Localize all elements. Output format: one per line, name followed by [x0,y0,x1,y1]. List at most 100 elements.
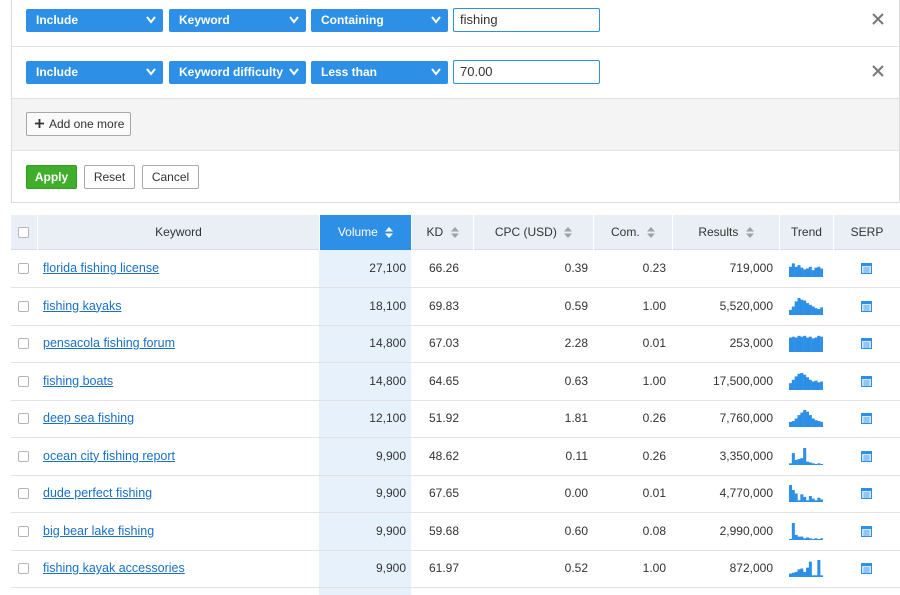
trend-bar [814,575,818,577]
column-header-kd[interactable]: KD [411,215,473,250]
select-all-checkbox[interactable] [18,227,29,238]
include-select[interactable]: Include [26,9,163,32]
row-checkbox[interactable] [18,338,29,349]
cpc-cell: 0.39 [564,261,588,275]
trend-sparkline [789,372,823,390]
sort-icon [385,227,394,239]
com-cell: 0.26 [642,448,666,463]
plus-icon [35,119,44,128]
keyword-link[interactable]: fishing kayak accessories [43,561,185,575]
serp-icon[interactable] [861,375,872,387]
results-cell: 17,500,000 [712,373,773,388]
trend-bar [814,537,818,540]
serp-icon[interactable] [861,450,872,462]
trend-sparkline [789,447,823,465]
row-checkbox[interactable] [18,525,29,537]
column-header-label: Volume [337,225,378,239]
serp-icon[interactable] [861,488,872,499]
row-checkbox[interactable] [18,450,29,462]
field-select[interactable]: Keyword difficulty [169,61,306,84]
volume-cell: 14,800 [369,373,406,388]
keyword-link[interactable]: deep sea fishing [43,411,134,425]
trend-bar [800,372,804,390]
filter-row: Include Keyword Containing fishing [12,0,899,47]
keyword-link[interactable]: big bear lake fishing [43,524,154,538]
trend-bar [808,561,812,577]
sort-icon [647,227,655,239]
com-cell: 0.23 [642,261,666,275]
trend-bar [808,266,812,277]
serp-icon[interactable] [861,563,872,574]
field-select-label: Keyword difficulty [179,65,284,79]
serp-icon[interactable] [861,413,872,424]
close-icon[interactable] [871,64,885,78]
keyword-link[interactable]: pensacola fishing forum [43,336,175,350]
row-checkbox[interactable] [18,375,29,387]
reset-button[interactable]: Reset [84,165,135,189]
keyword-link[interactable]: dude perfect fishing [43,486,152,500]
column-header-com[interactable]: Com. [593,215,672,250]
keyword-link[interactable]: florida fishing license [43,261,159,275]
field-select[interactable]: Keyword [169,9,306,32]
trend-bar [794,375,798,390]
column-header-volume[interactable]: Volume [319,215,411,250]
trend-bar [811,462,815,465]
kd-cell: 69.83 [429,298,460,313]
filter-value-input[interactable]: fishing [453,8,600,32]
com-cell: 1.00 [642,298,666,313]
trend-bar [800,494,804,502]
serp-icon[interactable] [861,300,872,312]
results-cell: 3,350,000 [719,448,773,463]
column-header-label: Keyword [155,225,202,239]
filter-value-input[interactable]: 70.00 [453,60,600,84]
serp-icon[interactable] [861,338,872,349]
kd-cell: 59.68 [429,523,460,538]
volume-cell: 12,100 [369,411,406,425]
include-select-label: Include [36,65,79,79]
trend-bar [811,306,815,315]
trend-sparkline [789,522,823,540]
kd-cell: 67.03 [429,336,460,350]
row-checkbox[interactable] [18,488,29,499]
results-cell: 4,770,000 [719,486,773,500]
trend-bar [806,302,810,315]
trend-bar [789,462,793,465]
table-row: fishing boats 14,800 64.65 0.63 1.00 17,500,0… [11,363,900,401]
row-checkbox[interactable] [18,300,29,312]
cancel-button[interactable]: Cancel [142,165,199,189]
trend-bar [806,567,810,577]
include-select[interactable]: Include [26,61,163,84]
keyword-link[interactable]: fishing kayaks [43,299,122,313]
trend-bar [789,337,793,352]
row-checkbox[interactable] [18,563,29,574]
trend-bar [811,338,815,352]
column-header-keyword[interactable]: Keyword [37,215,319,250]
trend-bar [814,337,818,352]
row-checkbox[interactable] [18,413,29,424]
trend-bar [800,336,804,352]
apply-button[interactable]: Apply [26,165,77,189]
com-cell: 1.00 [642,561,666,575]
column-header-results[interactable]: Results [672,215,779,250]
operator-select[interactable]: Containing [311,9,448,32]
table-row: ocean city fishing report 9,900 48.62 0.11 0… [11,438,900,476]
trend-bar [794,266,798,277]
column-header-cpc[interactable]: CPC (USD) [473,215,593,250]
keyword-link[interactable]: fishing boats [43,374,113,388]
operator-select[interactable]: Less than [311,61,448,84]
chevron-down-icon [289,16,299,24]
serp-icon[interactable] [861,525,872,537]
trend-bar [820,463,823,465]
trend-bar [808,415,812,427]
serp-icon[interactable] [861,263,872,274]
trend-bar [794,418,798,427]
results-cell: 872,000 [729,561,773,575]
add-filter-button[interactable]: Add one more [26,112,131,136]
volume-cell: 9,900 [375,486,406,500]
keyword-link[interactable]: ocean city fishing report [43,449,175,463]
field-select-label: Keyword [179,13,230,27]
close-icon[interactable] [871,12,885,26]
trend-bar [808,461,812,465]
row-checkbox[interactable] [18,263,29,274]
trend-bar [800,412,804,427]
